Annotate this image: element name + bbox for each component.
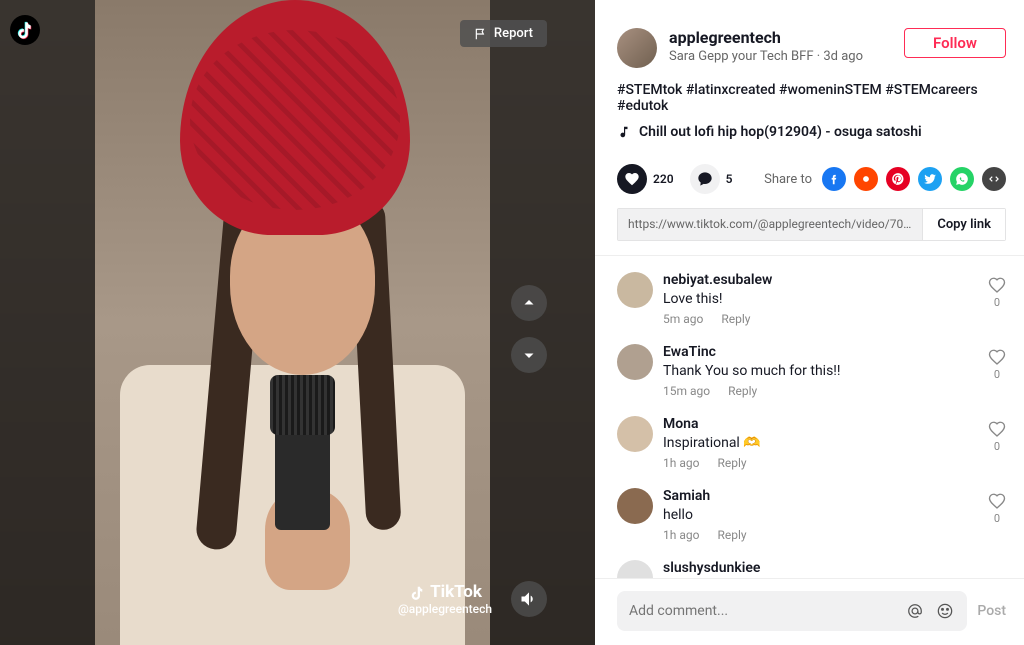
heart-outline-icon xyxy=(988,492,1006,510)
comment-text: hello xyxy=(663,507,978,523)
comment-username[interactable]: EwaTinc xyxy=(663,344,978,360)
comment-reply-button[interactable]: Reply xyxy=(717,456,746,470)
author-avatar[interactable] xyxy=(617,28,657,68)
video-illustration xyxy=(95,0,490,645)
reddit-icon xyxy=(859,172,873,186)
comment-like-count: 0 xyxy=(994,368,1000,381)
comment-like-button[interactable]: 0 xyxy=(988,416,1006,470)
speaker-icon xyxy=(519,589,539,609)
mention-icon[interactable] xyxy=(905,601,925,621)
comment-icon xyxy=(697,171,713,187)
flag-icon xyxy=(474,27,488,41)
comment-like-button[interactable]: 0 xyxy=(988,344,1006,398)
tiktok-logo-icon xyxy=(10,15,40,45)
like-button[interactable]: 220 xyxy=(617,164,674,194)
comment-like-count: 0 xyxy=(994,512,1000,525)
next-video-button[interactable] xyxy=(511,337,547,373)
video-panel: Report TikTok @applegreentech xyxy=(0,0,595,645)
comment-avatar[interactable] xyxy=(617,560,653,578)
share-facebook-button[interactable] xyxy=(822,167,846,191)
comment-like-count: 0 xyxy=(994,296,1000,309)
music-title: Chill out lofi hip hop(912904) - osuga s… xyxy=(639,124,922,140)
video-url-text[interactable]: https://www.tiktok.com/@applegreentech/v… xyxy=(618,209,922,240)
comment-username[interactable]: Samiah xyxy=(663,488,978,504)
comment-item: slushysdunkiee xyxy=(617,550,1006,578)
comment-time: 1h ago xyxy=(663,528,699,542)
watermark-brand: TikTok xyxy=(430,582,482,602)
share-embed-button[interactable] xyxy=(982,167,1006,191)
comment-time: 15m ago xyxy=(663,384,710,398)
comment-reply-button[interactable]: Reply xyxy=(728,384,757,398)
post-button[interactable]: Post xyxy=(977,603,1006,619)
facebook-icon xyxy=(827,172,841,186)
comment-username[interactable]: slushysdunkiee xyxy=(663,560,1006,576)
report-button[interactable]: Report xyxy=(460,20,547,47)
share-twitter-button[interactable] xyxy=(918,167,942,191)
emoji-icon[interactable] xyxy=(935,601,955,621)
twitter-icon xyxy=(923,172,937,186)
pinterest-icon xyxy=(891,172,905,186)
watermark-handle: @applegreentech xyxy=(398,602,492,616)
comment-text: Inspirational 🫶 xyxy=(663,435,978,451)
report-label: Report xyxy=(494,26,533,41)
comment-username[interactable]: nebiyat.esubalew xyxy=(663,272,978,288)
comment-reply-button[interactable]: Reply xyxy=(721,312,750,326)
chevron-up-icon xyxy=(520,294,538,312)
comment-avatar[interactable] xyxy=(617,272,653,308)
sound-button[interactable] xyxy=(511,581,547,617)
comment-avatar[interactable] xyxy=(617,344,653,380)
tiktok-watermark-icon xyxy=(408,583,426,601)
heart-icon xyxy=(624,171,640,187)
comment-text: Thank You so much for this!! xyxy=(663,363,978,379)
share-label: Share to xyxy=(764,172,812,187)
follow-button[interactable]: Follow xyxy=(904,28,1006,58)
comment-like-count: 0 xyxy=(994,440,1000,453)
author-username[interactable]: applegreentech xyxy=(669,28,892,47)
author-subtitle: Sara Gepp your Tech BFF · 3d ago xyxy=(669,49,892,64)
comment-text: Love this! xyxy=(663,291,978,307)
video-content[interactable] xyxy=(95,0,490,645)
like-count: 220 xyxy=(653,172,674,186)
comment-item: Mona Inspirational 🫶 1h ago Reply 0 xyxy=(617,406,1006,478)
heart-outline-icon xyxy=(988,420,1006,438)
heart-outline-icon xyxy=(988,276,1006,294)
share-pinterest-button[interactable] xyxy=(886,167,910,191)
comment-time: 5m ago xyxy=(663,312,703,326)
comment-item: nebiyat.esubalew Love this! 5m agoReply … xyxy=(617,262,1006,334)
comment-avatar[interactable] xyxy=(617,416,653,452)
chevron-down-icon xyxy=(520,346,538,364)
comment-reply-button[interactable]: Reply xyxy=(717,528,746,542)
comment-item: EwaTinc Thank You so much for this!! 15m… xyxy=(617,334,1006,406)
comments-list[interactable]: nebiyat.esubalew Love this! 5m agoReply … xyxy=(595,255,1024,578)
video-caption[interactable]: #STEMtok #latinxcreated #womeninSTEM #ST… xyxy=(617,82,1006,114)
comment-button[interactable]: 5 xyxy=(690,164,733,194)
comment-count: 5 xyxy=(726,172,733,186)
copy-link-button[interactable]: Copy link xyxy=(922,209,1005,240)
share-whatsapp-button[interactable] xyxy=(950,167,974,191)
music-link[interactable]: Chill out lofi hip hop(912904) - osuga s… xyxy=(617,124,1006,140)
comment-like-button[interactable]: 0 xyxy=(988,488,1006,542)
comment-username[interactable]: Mona xyxy=(663,416,978,432)
info-panel: applegreentech Sara Gepp your Tech BFF ·… xyxy=(595,0,1024,645)
music-note-icon xyxy=(617,125,631,139)
previous-video-button[interactable] xyxy=(511,285,547,321)
heart-outline-icon xyxy=(988,348,1006,366)
embed-icon xyxy=(987,172,1001,186)
comment-input[interactable] xyxy=(629,603,897,619)
comment-time: 1h ago xyxy=(663,456,699,470)
comment-avatar[interactable] xyxy=(617,488,653,524)
share-reddit-button[interactable] xyxy=(854,167,878,191)
whatsapp-icon xyxy=(955,172,969,186)
video-watermark: TikTok @applegreentech xyxy=(398,582,492,616)
comment-like-button[interactable]: 0 xyxy=(988,272,1006,326)
comment-item: Samiah hello 1h ago Reply 0 xyxy=(617,478,1006,550)
